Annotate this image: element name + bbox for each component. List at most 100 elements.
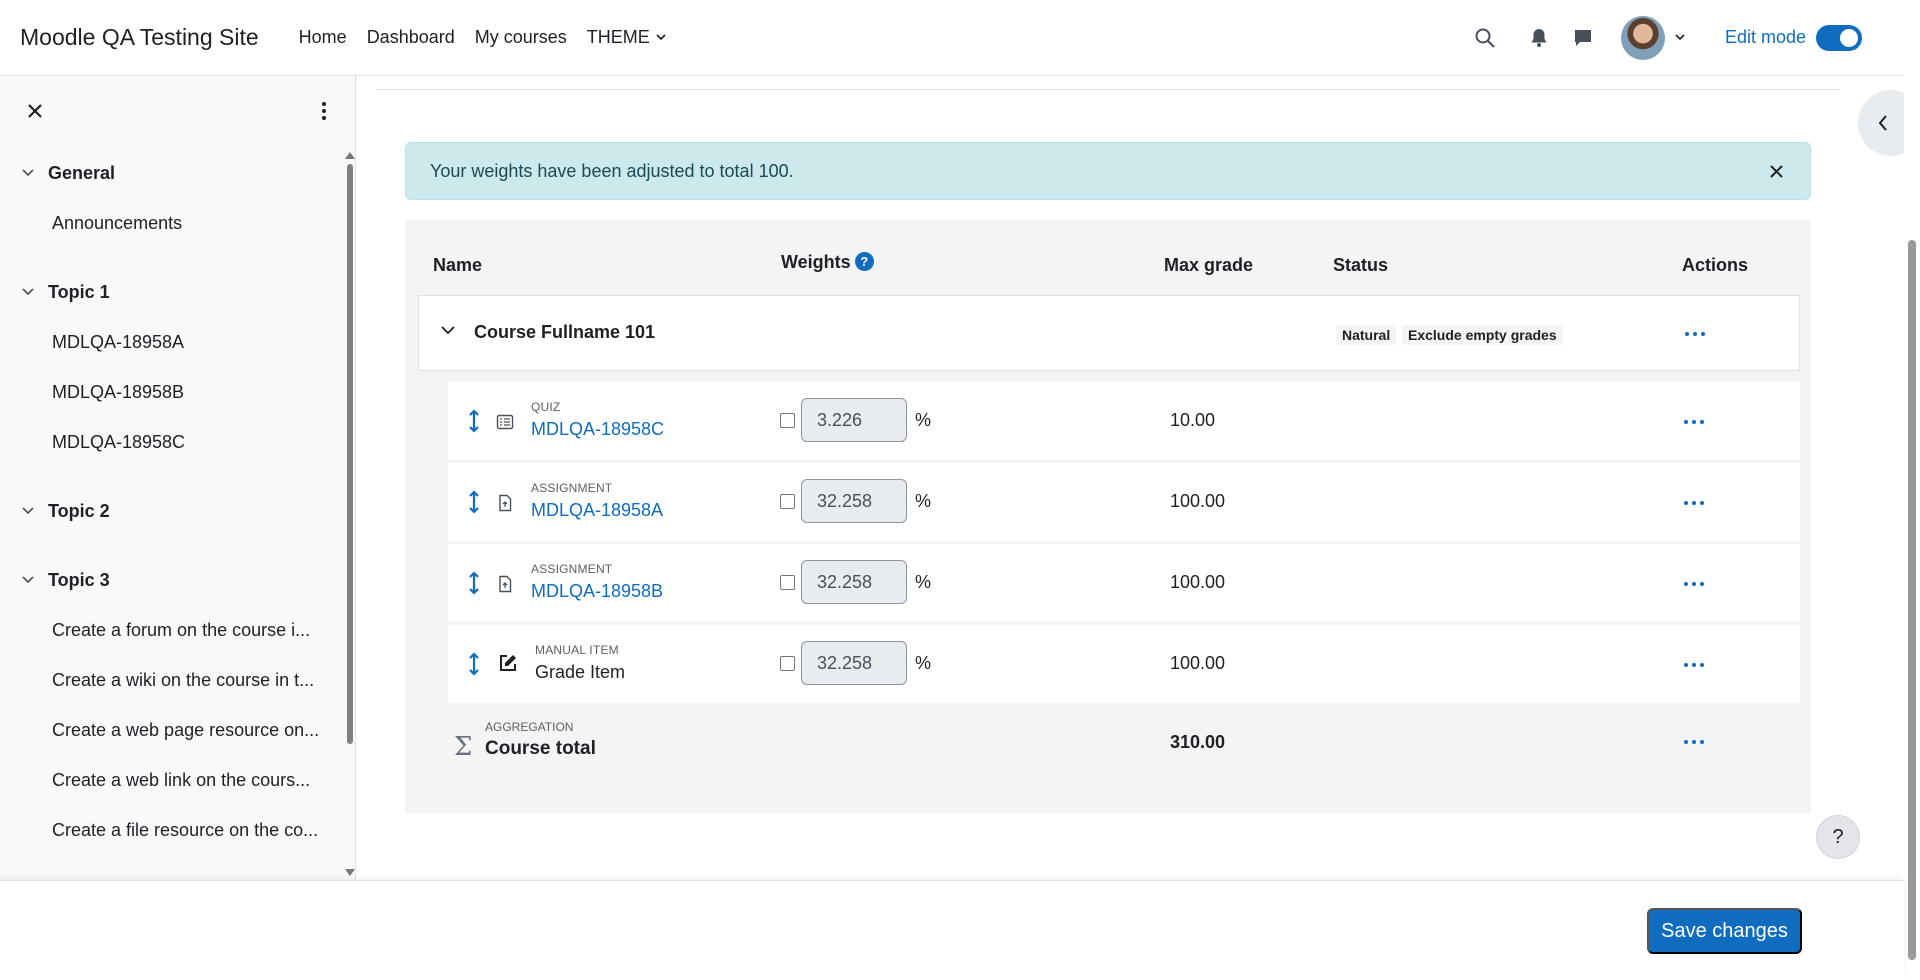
assignment-icon [499, 494, 512, 512]
course-index-item[interactable]: Create a web link on the cours... [0, 755, 330, 805]
course-total-name: Course total [485, 738, 596, 759]
chevron-left-icon [1878, 115, 1887, 131]
course-total-max-grade: 310.00 [1170, 732, 1226, 752]
weight-override-checkbox[interactable] [780, 494, 795, 509]
section-title: General [48, 162, 116, 183]
max-grade-value: 100.00 [1170, 653, 1226, 673]
user-menu-chevron-icon[interactable] [1675, 34, 1685, 41]
item-type-label: MANUAL ITEM [535, 643, 619, 657]
item-name: Grade Item [535, 662, 626, 682]
section-title: Topic 3 [48, 569, 110, 590]
course-index-item[interactable]: Create a file resource on the co... [0, 805, 330, 855]
course-index-item[interactable]: MDLQA-18958A [0, 317, 330, 367]
chevron-down-icon[interactable] [22, 573, 36, 587]
chevron-down-icon [656, 34, 666, 41]
nav-home[interactable]: Home [299, 27, 347, 48]
weight-input[interactable]: 32.258 [801, 641, 907, 685]
total-type-label: AGGREGATION [485, 720, 574, 734]
move-icon[interactable] [468, 571, 480, 595]
category-row: Course Fullname 101 Natural Exclude empt… [418, 295, 1800, 371]
grade-item-row: ASSIGNMENT MDLQA-18958B 32.258 % 100.00 [448, 544, 1800, 622]
drawer-scroll-down-arrow[interactable] [345, 869, 355, 876]
max-grade-value: 10.00 [1170, 410, 1216, 430]
course-total-row: Σ AGGREGATION Course total 310.00 [448, 710, 1800, 786]
category-actions-menu[interactable] [1685, 332, 1705, 338]
drawer-header [0, 76, 355, 148]
section-title: Topic 2 [48, 500, 110, 521]
weight-input[interactable]: 32.258 [801, 560, 907, 604]
total-actions-menu[interactable] [1684, 740, 1704, 746]
help-icon[interactable]: ? [854, 252, 874, 271]
item-name-link[interactable]: MDLQA-18958C [531, 419, 664, 440]
sticky-footer: Save changes [0, 880, 1904, 980]
section-topic-3[interactable]: Topic 3 [0, 555, 355, 605]
edit-mode-toggle[interactable] [1816, 24, 1862, 51]
search-icon[interactable] [1473, 26, 1497, 50]
column-header-actions: Actions [1682, 255, 1749, 275]
chevron-down-icon[interactable] [22, 166, 36, 180]
course-index-item[interactable]: Announcements [0, 198, 330, 248]
weight-override-checkbox[interactable] [780, 575, 795, 590]
course-index-item[interactable]: MDLQA-18958C [0, 417, 330, 467]
user-avatar[interactable] [1620, 15, 1665, 60]
grade-item-row: MANUAL ITEM Grade Item 32.258 % 100.00 [448, 625, 1800, 703]
primary-navigation: Home Dashboard My courses THEME [299, 27, 666, 48]
weight-input[interactable]: 32.258 [801, 479, 907, 523]
section-title: Topic 1 [48, 281, 110, 302]
course-index-item[interactable]: Create a web page resource on... [0, 705, 330, 755]
course-index-item[interactable]: Create a wiki on the course in t... [0, 655, 330, 705]
kebab-menu-icon[interactable] [314, 100, 334, 122]
weight-override-checkbox[interactable] [780, 413, 795, 428]
item-actions-menu[interactable] [1684, 420, 1704, 426]
column-header-name: Name [433, 255, 483, 275]
edit-icon [500, 655, 516, 671]
course-index-drawer: General Announcements Topic 1 MDLQA-1895… [0, 76, 356, 880]
move-icon[interactable] [468, 652, 480, 676]
item-actions-menu[interactable] [1684, 582, 1704, 588]
weight-override-checkbox[interactable] [780, 656, 795, 671]
nav-dashboard[interactable]: Dashboard [367, 27, 455, 48]
column-header-weights: Weights? [781, 252, 874, 273]
messages-icon[interactable] [1571, 26, 1595, 50]
column-header-max-grade: Max grade [1164, 255, 1254, 275]
percent-sign: % [915, 653, 932, 673]
nav-theme-menu[interactable]: THEME [587, 27, 666, 48]
chevron-down-icon[interactable] [441, 326, 455, 335]
course-index-item[interactable]: MDLQA-18958B [0, 367, 330, 417]
chevron-down-icon[interactable] [22, 504, 36, 518]
course-index-item[interactable]: Create a forum on the course i... [0, 605, 330, 655]
site-brand[interactable]: Moodle QA Testing Site [20, 24, 259, 51]
drawer-scroll-up-arrow[interactable] [345, 152, 355, 159]
notifications-bell-icon[interactable] [1527, 26, 1551, 50]
item-actions-menu[interactable] [1684, 663, 1704, 669]
max-grade-value: 100.00 [1170, 572, 1226, 592]
drawer-scrollbar[interactable] [347, 164, 353, 744]
save-changes-button[interactable]: Save changes [1647, 908, 1802, 954]
item-name-link[interactable]: MDLQA-18958A [531, 500, 663, 521]
close-icon[interactable] [1766, 161, 1786, 181]
item-name-link[interactable]: MDLQA-18958B [531, 581, 663, 602]
move-icon[interactable] [468, 409, 480, 433]
help-button[interactable]: ? [1816, 815, 1860, 859]
weights-adjusted-alert: Your weights have been adjusted to total… [405, 142, 1811, 200]
header-divider [376, 89, 1840, 90]
section-general[interactable]: General [0, 148, 355, 198]
page-scrollbar[interactable] [1908, 240, 1916, 960]
chevron-down-icon[interactable] [22, 285, 36, 299]
weight-input[interactable]: 3.226 [801, 398, 907, 442]
close-icon[interactable] [24, 100, 46, 122]
weights-header-label: Weights [781, 252, 851, 272]
nav-theme-label: THEME [586, 27, 650, 47]
gradebook-setup-table: Name Weights? Max grade Status Actions C… [405, 220, 1811, 813]
quiz-icon [496, 414, 514, 430]
nav-my-courses[interactable]: My courses [475, 27, 567, 48]
move-icon[interactable] [468, 490, 480, 514]
item-actions-menu[interactable] [1684, 501, 1704, 507]
aggregation-badge: Natural [1336, 325, 1397, 345]
category-name: Course Fullname 101 [474, 322, 656, 342]
section-topic-1[interactable]: Topic 1 [0, 267, 355, 317]
toggle-knob [1840, 28, 1858, 47]
edit-mode-switch[interactable]: Edit mode [1725, 24, 1862, 51]
assignment-icon [499, 575, 512, 593]
section-topic-2[interactable]: Topic 2 [0, 486, 355, 536]
